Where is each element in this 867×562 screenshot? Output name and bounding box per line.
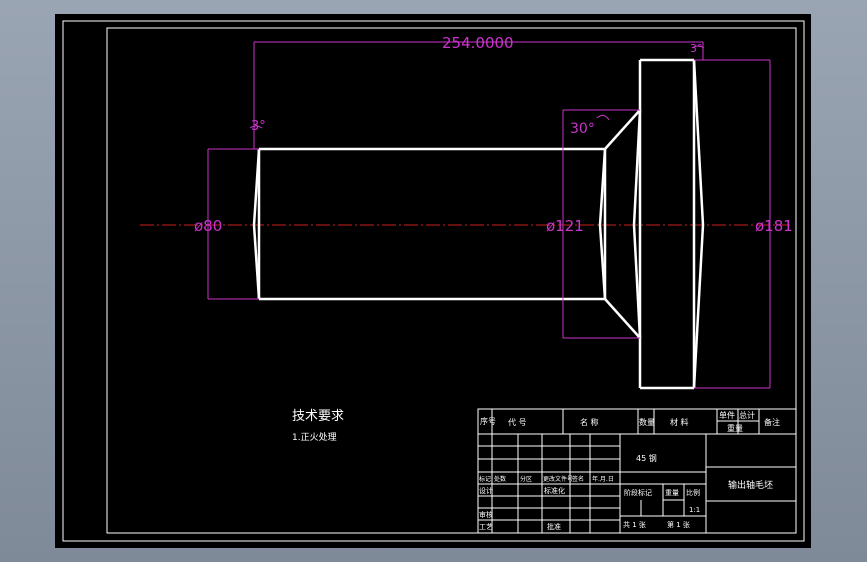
- dia-181-label: ø181: [755, 217, 793, 235]
- tb-weight: 重量: [665, 489, 679, 497]
- tb-part-name: 输出轴毛坯: [728, 479, 773, 491]
- tb-rev-mark: 标记: [479, 475, 491, 483]
- tech-requirement-1: 1.正火处理: [292, 431, 337, 443]
- tb-approve: 批准: [547, 522, 561, 531]
- tb-rev-date: 年.月.日: [592, 475, 614, 483]
- tb-stage-mark: 阶段标记: [624, 488, 652, 497]
- tb-name: 名 称: [580, 417, 599, 427]
- tb-qty: 数量: [639, 417, 655, 427]
- angle-left-label: 3°: [251, 119, 266, 134]
- dia-80-label: ø80: [194, 217, 222, 235]
- tb-remark: 备注: [764, 417, 780, 427]
- tb-process: 工艺: [479, 523, 493, 531]
- tb-standard: 标准化: [544, 486, 565, 495]
- tb-weight-hdr: 重量: [727, 423, 743, 433]
- tb-sheet: 第 1 张: [667, 520, 690, 529]
- tb-sheets: 共 1 张: [623, 520, 646, 529]
- tb-rev-sign: 签名: [572, 475, 584, 483]
- tb-unit: 单件: [719, 410, 735, 420]
- tb-scale-value: 1:1: [689, 506, 700, 514]
- tb-design: 设计: [479, 486, 493, 495]
- tb-rev-count: 处数: [494, 475, 506, 483]
- tb-total: 总计: [739, 410, 755, 420]
- cad-drawing: 254.0000 ø80 ø121 ø181 3° 30° 3° 技术要求 1.…: [55, 14, 811, 548]
- tb-code: 代 号: [508, 417, 527, 427]
- model-space: [55, 14, 811, 548]
- tb-material: 材 料: [670, 417, 689, 427]
- tb-review: 审核: [479, 510, 493, 519]
- angle-mid-label: 30°: [570, 121, 595, 137]
- dia-121-label: ø121: [546, 217, 584, 235]
- tech-requirements-title: 技术要求: [292, 409, 344, 424]
- tb-rev-zone: 分区: [520, 475, 532, 483]
- length-dimension: 254.0000: [442, 34, 514, 52]
- angle-right-label: 3°: [690, 42, 703, 55]
- tb-material-value: 45 钢: [636, 453, 657, 463]
- tb-scale: 比例: [686, 488, 700, 497]
- tb-seq: 序号: [480, 416, 496, 426]
- tb-rev-doc: 更改文件号: [543, 475, 573, 483]
